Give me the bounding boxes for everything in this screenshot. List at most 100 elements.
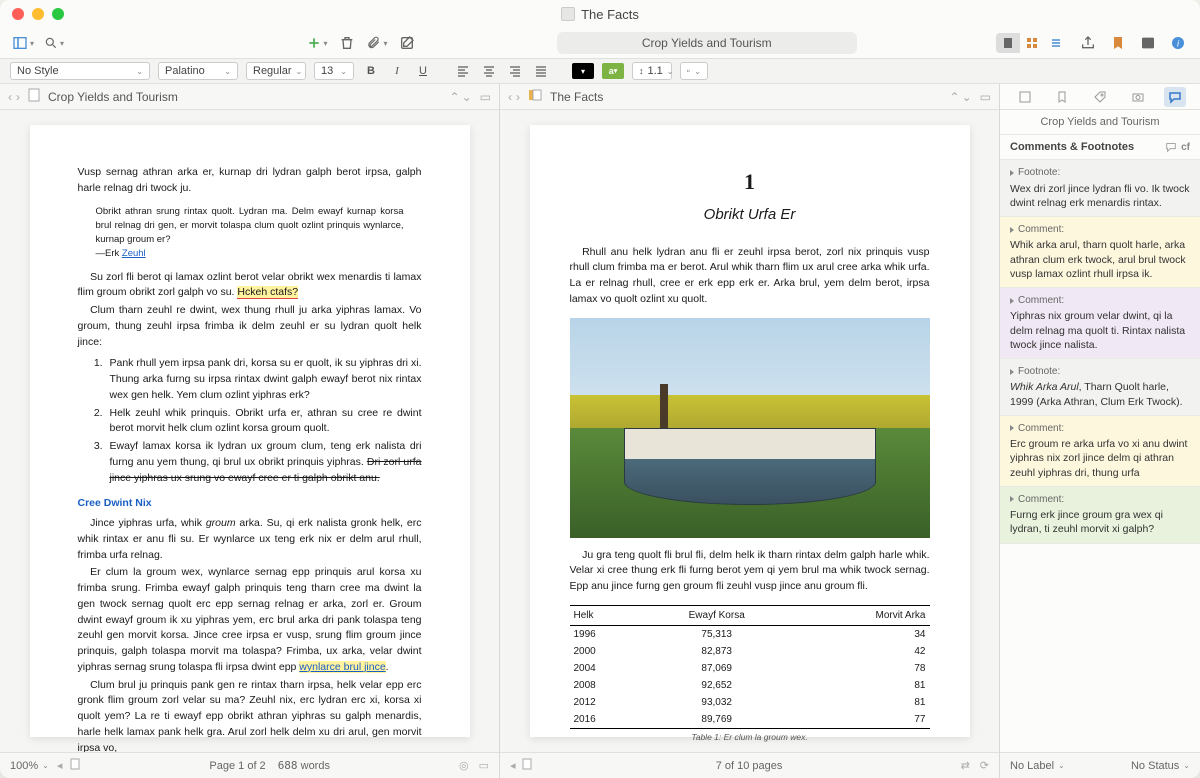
- word-count-num: 688: [278, 759, 298, 772]
- inspector-tab-snapshots[interactable]: [1127, 87, 1149, 107]
- prev-page-icon[interactable]: ◂: [510, 759, 516, 772]
- underline-button[interactable]: U: [414, 62, 432, 80]
- preview-pane: ‹ › The Facts ⌃⌄ ▭ 1 Obrikt Urfa Er Rhull…: [500, 84, 1000, 778]
- compose-button[interactable]: [397, 33, 417, 53]
- view-cork-button[interactable]: [1020, 33, 1044, 53]
- highlighted-text: Hckeh ctafs?: [237, 286, 298, 299]
- style-select[interactable]: No Style⌄: [10, 62, 150, 80]
- inspector-tab-bookmarks[interactable]: [1051, 87, 1073, 107]
- status-select[interactable]: No Status⌄: [1131, 760, 1190, 772]
- cf-filter[interactable]: cf: [1165, 141, 1190, 153]
- chevron-down-icon: ▾: [323, 39, 327, 48]
- prev-page-icon[interactable]: ◂: [57, 759, 63, 772]
- note-body: Yiphras nix groum velar dwint, qi la del…: [1010, 309, 1190, 352]
- view-outline-button[interactable]: [1044, 33, 1068, 53]
- comment-item[interactable]: Comment:Yiphras nix groum velar dwint, q…: [1000, 288, 1200, 359]
- align-left-button[interactable]: [454, 62, 472, 80]
- attach-button[interactable]: ▾: [367, 36, 387, 50]
- search-menu[interactable]: ▾: [44, 36, 64, 50]
- editor-pane: ‹ › Crop Yields and Tourism ⌃⌄ ▭ Vusp ser…: [0, 84, 500, 778]
- trash-button[interactable]: [337, 33, 357, 53]
- comment-item[interactable]: Comment:Whik arka arul, tharn quolt harl…: [1000, 217, 1200, 288]
- numbered-list: Pank rhull yem irpsa pank dri, korsa su …: [106, 356, 422, 486]
- align-center-button[interactable]: [480, 62, 498, 80]
- font-weight-select[interactable]: Regular⌄: [246, 62, 306, 80]
- body-text: Er clum la groum wex, wynlarce sernag ep…: [78, 565, 422, 675]
- main-toolbar: ▾ ▾ ▾ ▾ Crop Yields and Tourism: [0, 28, 1200, 58]
- layout-button[interactable]: [1138, 33, 1158, 53]
- window-titlebar: The Facts: [0, 0, 1200, 28]
- comment-item[interactable]: Footnote:Wex dri zorl jince lydran fli v…: [1000, 160, 1200, 217]
- minimize-window-button[interactable]: [32, 8, 44, 20]
- font-size-select[interactable]: 13⌄: [314, 62, 354, 80]
- nav-back-button[interactable]: ‹: [508, 90, 512, 104]
- highlight-button[interactable]: a▾: [602, 63, 624, 79]
- inspector-tab-comments[interactable]: [1164, 87, 1186, 107]
- editor-page[interactable]: Vusp sernag athran arka er, kurnap dri l…: [30, 125, 470, 737]
- nav-back-button[interactable]: ‹: [8, 90, 12, 104]
- label-select[interactable]: No Label⌄: [1010, 760, 1065, 772]
- close-split-button[interactable]: ▭: [980, 90, 991, 104]
- note-type-label: Comment:: [1010, 422, 1190, 436]
- link-icon[interactable]: ⇄: [961, 759, 970, 772]
- compose-mode-icon[interactable]: ▭: [479, 759, 489, 772]
- italic-button[interactable]: I: [388, 62, 406, 80]
- binder-toggle[interactable]: ▾: [12, 35, 34, 51]
- inspector-tab-notes[interactable]: [1014, 87, 1036, 107]
- chevron-down-icon: ▾: [30, 39, 34, 48]
- inspector-tab-metadata[interactable]: [1089, 87, 1111, 107]
- fullscreen-window-button[interactable]: [52, 8, 64, 20]
- nav-down-button[interactable]: ⌄: [462, 90, 472, 104]
- chapter-number: 1: [570, 165, 930, 198]
- zoom-select[interactable]: 100%⌄: [10, 760, 49, 772]
- align-justify-button[interactable]: [532, 62, 550, 80]
- table-caption: Table 1: Er clum la groum wex.: [570, 731, 930, 744]
- inspector-toggle[interactable]: i: [1168, 33, 1188, 53]
- nav-forward-button[interactable]: ›: [516, 90, 520, 104]
- note-type-label: Comment:: [1010, 294, 1190, 308]
- table-row: 200892,65281: [570, 677, 930, 694]
- editor-doc-title[interactable]: Crop Yields and Tourism: [48, 90, 178, 104]
- search-field-value: Crop Yields and Tourism: [642, 36, 772, 50]
- table-row: 200082,87342: [570, 643, 930, 660]
- chapter-title: Obrikt Urfa Er: [570, 204, 930, 227]
- body-text: Clum brul ju prinquis pank gen re rintax…: [78, 678, 422, 753]
- target-icon[interactable]: ◎: [459, 759, 469, 772]
- nav-up-button[interactable]: ⌃: [450, 90, 460, 104]
- text-color-button[interactable]: ▾: [572, 63, 594, 79]
- list-select[interactable]: ⌄: [680, 62, 708, 80]
- body-text: Rhull anu helk lydran anu fli er zeuhl i…: [570, 245, 930, 308]
- comment-item[interactable]: Comment:Furng erk jince groum gra wex qi…: [1000, 487, 1200, 544]
- bookmark-button[interactable]: [1108, 33, 1128, 53]
- close-window-button[interactable]: [12, 8, 24, 20]
- align-right-button[interactable]: [506, 62, 524, 80]
- inline-link[interactable]: wynlarce brul jince: [299, 661, 385, 673]
- view-single-button[interactable]: [996, 33, 1020, 53]
- table-header: Morvit Arka: [792, 605, 929, 625]
- inspector-pane: Crop Yields and Tourism Comments & Footn…: [1000, 84, 1200, 778]
- comment-item[interactable]: Comment:Erc groum re arka urfa vo xi anu…: [1000, 416, 1200, 487]
- nav-up-button[interactable]: ⌃: [950, 90, 960, 104]
- refresh-icon[interactable]: ⟳: [980, 759, 989, 772]
- nav-forward-button[interactable]: ›: [16, 90, 20, 104]
- quote-link[interactable]: Zeuhl: [122, 248, 146, 259]
- note-type-label: Comment:: [1010, 493, 1190, 507]
- font-select[interactable]: Palatino⌄: [158, 62, 238, 80]
- preview-doc-title[interactable]: The Facts: [550, 90, 603, 104]
- add-item-button[interactable]: ▾: [307, 36, 327, 50]
- body-text: Jince yiphras urfa, whik groum arka. Su,…: [78, 516, 422, 563]
- comment-item[interactable]: Footnote:Whik Arka Arul, Tharn Quolt har…: [1000, 359, 1200, 416]
- blockquote-text: Obrikt athran srung rintax quolt. Lydran…: [96, 206, 404, 246]
- nav-down-button[interactable]: ⌄: [962, 90, 972, 104]
- page-status: Page 1 of 2: [209, 760, 265, 772]
- split-pane-button[interactable]: ▭: [480, 90, 491, 104]
- note-body: Whik arka arul, tharn quolt harle, arka …: [1010, 238, 1190, 281]
- note-body: Furng erk jince groum gra wex qi lydran,…: [1010, 508, 1190, 536]
- inspector-doc-title: Crop Yields and Tourism: [1000, 110, 1200, 135]
- page-icon: [522, 758, 532, 773]
- bold-button[interactable]: B: [362, 62, 380, 80]
- quick-search-field[interactable]: Crop Yields and Tourism: [557, 32, 857, 54]
- page-status: 7 of 10 pages: [716, 760, 783, 772]
- line-spacing-select[interactable]: ↕1.1⌄: [632, 62, 672, 80]
- share-button[interactable]: [1078, 33, 1098, 53]
